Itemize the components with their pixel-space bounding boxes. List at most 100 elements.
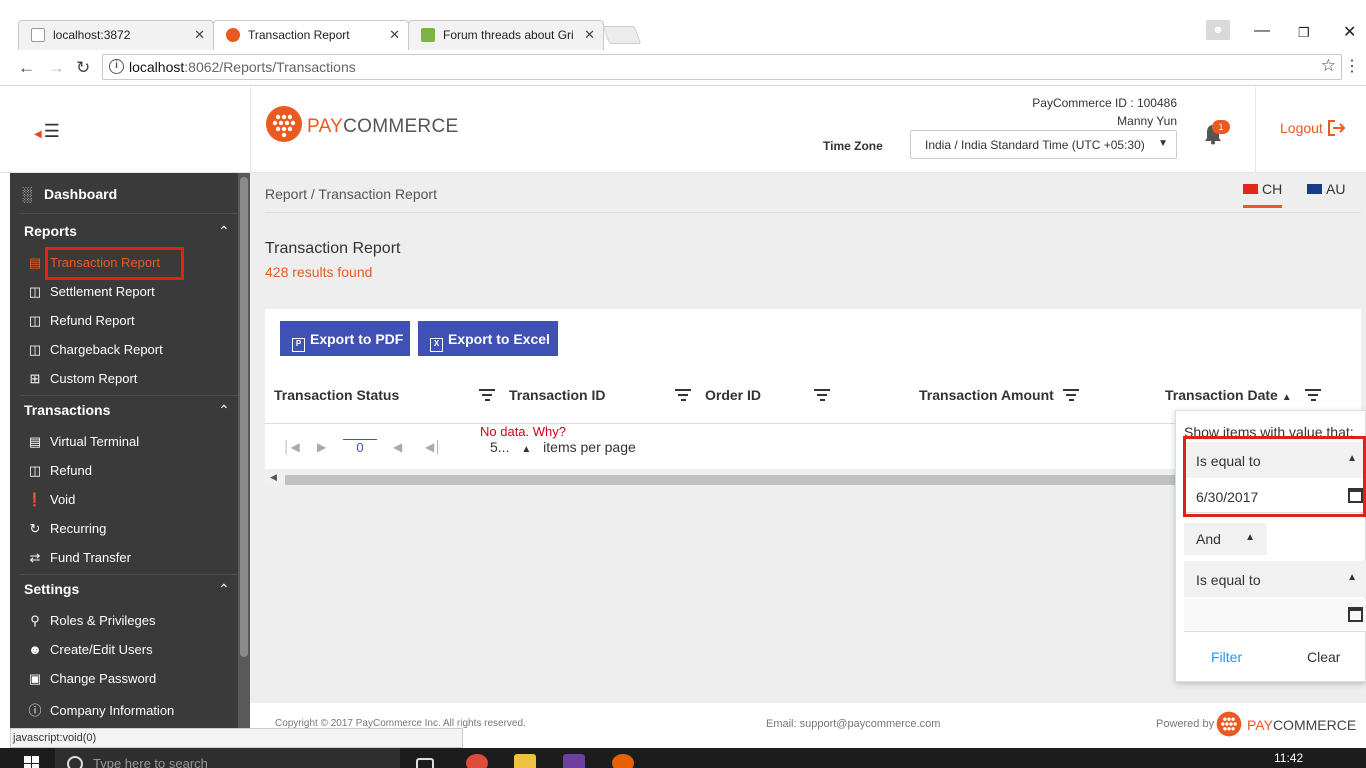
logo-text-commerce: COMMERCE [343, 116, 459, 137]
search-icon [67, 756, 83, 768]
sidebar-item-company-information[interactable]: ⓘ Company Information [26, 700, 174, 719]
logic-value: And [1196, 531, 1221, 547]
sidebar-item-chargeback-report[interactable]: ◫ Chargeback Report [26, 342, 163, 358]
file-explorer-icon[interactable] [514, 754, 536, 768]
sidebar-item-change-password[interactable]: ▣ Change Password [26, 671, 156, 687]
first-page-icon[interactable]: │◀ [283, 440, 300, 454]
browser-menu-icon[interactable]: ⋮ [1344, 56, 1360, 76]
sidebar-scrollbar[interactable] [238, 173, 250, 728]
page-title: Transaction Report [265, 240, 401, 257]
footer-logo-icon [1216, 711, 1242, 737]
page-size-selector[interactable]: 5... ▲ items per page [490, 439, 636, 455]
sidebar-item-label: Roles & Privileges [50, 613, 156, 628]
chrome-icon[interactable] [466, 754, 488, 768]
filter-logic-select[interactable]: And ▲ [1184, 523, 1267, 555]
info-icon[interactable]: i [109, 59, 124, 74]
column-header-transaction-status[interactable]: Transaction Status [274, 387, 399, 403]
windows-start-icon[interactable] [24, 756, 40, 768]
browser-tab-forum[interactable]: Forum threads about Gri ✕ [408, 20, 604, 50]
chevron-up-icon[interactable]: ⌃ [218, 581, 230, 598]
report-add-icon: ⊞ [29, 371, 41, 386]
scrollbar-thumb[interactable] [240, 177, 248, 657]
scroll-left-icon[interactable]: ◀ [270, 472, 277, 483]
chevron-up-icon[interactable]: ⌃ [218, 223, 230, 240]
region-tab-ch[interactable]: CH [1243, 181, 1283, 208]
column-header-transaction-id[interactable]: Transaction ID [509, 387, 605, 403]
support-email[interactable]: Email: support@paycommerce.com [766, 718, 940, 730]
filter-icon[interactable] [814, 389, 830, 403]
previous-page-icon[interactable]: ▶ [317, 440, 326, 454]
back-icon[interactable]: ← [18, 58, 35, 78]
export-excel-button[interactable]: X Export to Excel [418, 321, 558, 356]
tab-title: localhost:3872 [53, 28, 131, 42]
next-page-icon[interactable]: ◀ [393, 440, 402, 454]
browser-tab-localhost[interactable]: localhost:3872 ✕ [18, 20, 214, 50]
forward-icon[interactable]: → [48, 58, 65, 78]
column-header-transaction-date[interactable]: Transaction Date ▲ [1165, 387, 1292, 403]
visual-studio-icon[interactable] [563, 754, 585, 768]
sidebar-item-settlement-report[interactable]: ◫ Settlement Report [26, 284, 155, 300]
notification-badge: 1 [1212, 120, 1230, 134]
sidebar-section-settings[interactable]: Settings [24, 581, 79, 597]
restore-icon[interactable]: ❐ [1298, 25, 1310, 41]
filter-icon[interactable] [675, 389, 691, 403]
new-tab-button[interactable] [602, 26, 642, 44]
sidebar-item-virtual-terminal[interactable]: ▤ Virtual Terminal [26, 434, 139, 450]
sidebar-section-reports[interactable]: Reports [24, 223, 77, 239]
browser-tab-transaction-report[interactable]: Transaction Report ✕ [213, 20, 409, 50]
close-tab-icon[interactable]: ✕ [584, 27, 595, 43]
menu-toggle-button[interactable]: ◀ ☰ [34, 121, 60, 142]
sidebar-divider [20, 574, 248, 575]
taskbar-search-field[interactable]: Type here to search [55, 748, 400, 768]
chevron-up-icon[interactable]: ⌃ [218, 402, 230, 419]
bookmark-star-icon[interactable]: ☆ [1321, 56, 1336, 76]
sidebar-item-void[interactable]: ❗ Void [26, 492, 75, 508]
terminal-icon: ▤ [28, 434, 42, 449]
sidebar-item-fund-transfer[interactable]: ⇄ Fund Transfer [26, 550, 131, 566]
task-view-icon[interactable] [416, 758, 434, 768]
filter-date-2[interactable] [1184, 599, 1366, 632]
sidebar-item-refund[interactable]: ◫ Refund [26, 463, 92, 479]
close-window-icon[interactable]: ✕ [1343, 22, 1356, 42]
sidebar-item-label: Virtual Terminal [50, 434, 140, 449]
region-tab-au[interactable]: AU [1307, 181, 1345, 197]
powered-by-label: Powered by [1156, 718, 1215, 730]
filter-operator-2[interactable]: Is equal to ▲ [1184, 561, 1366, 597]
minimize-icon[interactable]: — [1254, 22, 1270, 40]
sidebar-item-custom-report[interactable]: ⊞ Custom Report [26, 371, 138, 387]
paycommerce-logo[interactable]: PAYCOMMERCE [265, 105, 458, 145]
page-number[interactable]: 0 [343, 439, 377, 455]
filter-button[interactable]: Filter [1211, 649, 1242, 665]
last-page-icon[interactable]: ◀│ [425, 440, 442, 454]
export-pdf-button[interactable]: P Export to PDF [280, 321, 410, 356]
close-tab-icon[interactable]: ✕ [389, 27, 400, 43]
filter-icon[interactable] [479, 389, 495, 403]
sidebar-item-roles-privileges[interactable]: ⚲ Roles & Privileges [26, 613, 156, 629]
url-field[interactable]: i localhost:8062/Reports/Transactions [102, 54, 1342, 80]
sidebar-item-label: Fund Transfer [50, 550, 131, 565]
address-bar: ← → ↻ i localhost:8062/Reports/Transacti… [0, 50, 1366, 86]
sidebar-item-create-edit-users[interactable]: ☻ Create/Edit Users [26, 642, 153, 657]
annotation-note: No data. Why? [480, 424, 566, 439]
sidebar-item-recurring[interactable]: ↻ Recurring [26, 521, 107, 537]
timezone-select[interactable]: India / India Standard Time (UTC +05:30)… [910, 130, 1177, 159]
sidebar-item-label: Create/Edit Users [50, 642, 153, 657]
calendar-icon[interactable] [1348, 607, 1363, 622]
column-header-order-id[interactable]: Order ID [705, 387, 761, 403]
column-header-transaction-amount[interactable]: Transaction Amount [919, 387, 1054, 403]
firefox-icon[interactable] [612, 754, 634, 768]
reload-icon[interactable]: ↻ [76, 58, 90, 78]
filter-icon[interactable] [1063, 389, 1079, 403]
excel-icon: X [430, 338, 443, 352]
sidebar-item-label: Custom Report [50, 371, 138, 386]
timezone-value: India / India Standard Time (UTC +05:30) [925, 138, 1145, 152]
sidebar-item-refund-report[interactable]: ◫ Refund Report [26, 313, 135, 329]
clear-button[interactable]: Clear [1307, 649, 1340, 665]
scrollbar-thumb[interactable] [285, 475, 1185, 485]
sidebar-item-dashboard[interactable]: ░ Dashboard [22, 186, 117, 202]
profile-icon[interactable]: ☻ [1206, 20, 1230, 40]
close-tab-icon[interactable]: ✕ [194, 27, 205, 43]
logout-button[interactable]: Logout [1280, 120, 1347, 136]
filter-icon[interactable] [1305, 389, 1321, 403]
sidebar-section-transactions[interactable]: Transactions [24, 402, 110, 418]
